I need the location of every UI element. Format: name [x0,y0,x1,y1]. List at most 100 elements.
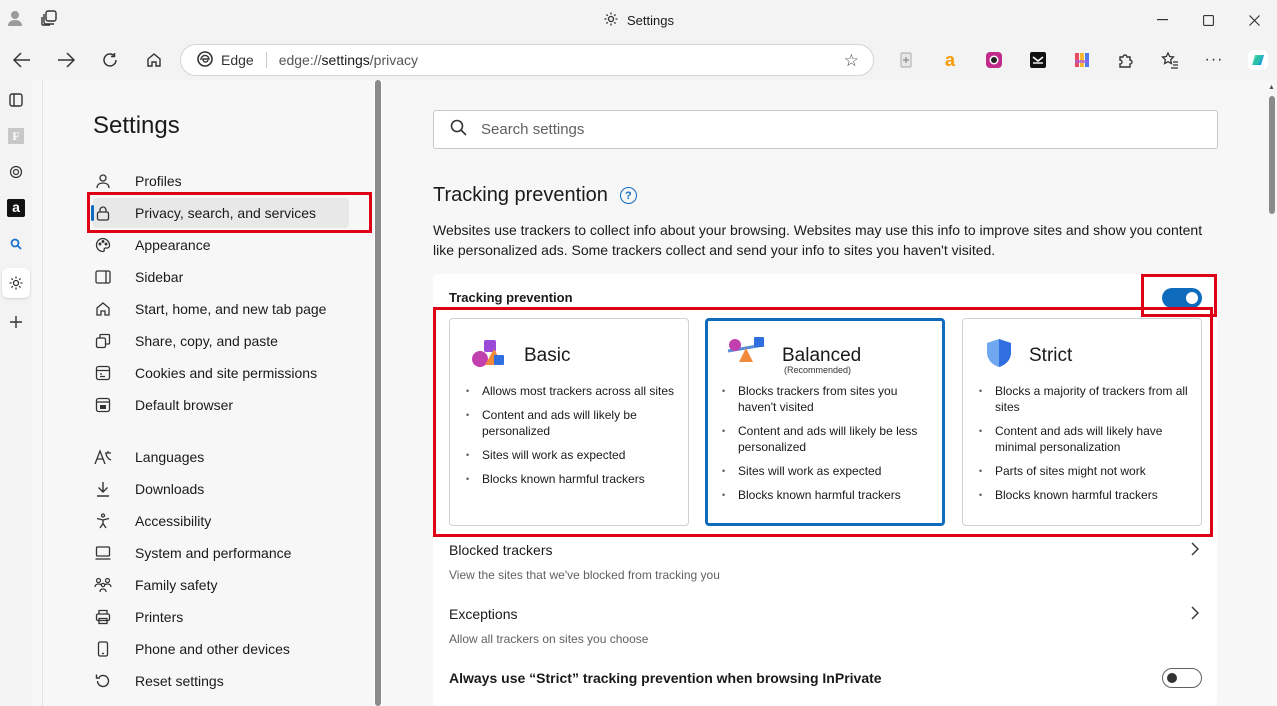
phone-icon [93,639,113,659]
nav-item-downloads[interactable]: Downloads [93,474,349,504]
nav-item-phone-devices[interactable]: Phone and other devices [93,634,349,664]
back-button[interactable] [0,42,44,78]
bullet: Content and ads will likely be personali… [466,407,680,439]
blocked-trackers-subtitle: View the sites that we've blocked from t… [449,568,720,582]
browser-label: Edge [221,52,254,68]
settings-nav-pane: Settings Profiles Privacy, search, and s… [42,80,374,706]
option-strict-name: Strict [1029,344,1073,366]
f-app-icon[interactable]: F [2,124,30,148]
download-icon [93,479,113,499]
languages-icon [93,447,113,467]
url-text: edge://settings/privacy [278,52,419,68]
favorite-star-icon[interactable]: ☆ [844,51,859,71]
nav-item-languages[interactable]: Languages [93,442,349,472]
blocked-trackers-title: Blocked trackers [449,542,553,558]
system-icon [93,543,113,563]
bullet: Content and ads will likely have minimal… [979,423,1193,455]
mail-extension-icon[interactable] [1016,42,1060,78]
home-icon [93,299,113,319]
nav-scrollbar[interactable] [374,80,382,706]
refresh-icon [103,53,117,67]
nav-item-accessibility[interactable]: Accessibility [93,506,349,536]
palette-extension-icon[interactable] [1060,42,1104,78]
appearance-icon [93,235,113,255]
tracking-card: Tracking prevention Basic Allows most tr… [433,274,1217,706]
copilot-icon[interactable] [1236,42,1277,78]
main-scrollbar-thumb[interactable] [1269,96,1275,214]
home-button[interactable] [132,42,176,78]
minimize-button[interactable] [1139,0,1185,40]
nav-item-sidebar[interactable]: Sidebar [93,262,349,292]
nav-scrollbar-thumb[interactable] [375,80,381,706]
option-strict[interactable]: Strict Blocks a majority of trackers fro… [962,318,1202,526]
nav-item-system[interactable]: System and performance [93,538,349,568]
search-sidebar-icon[interactable] [2,232,30,256]
address-bar[interactable]: Edge edge://settings/privacy ☆ [180,44,874,76]
nav-item-start-home[interactable]: Start, home, and new tab page [93,294,349,324]
tracking-prevention-toggle[interactable] [1162,288,1202,308]
bullet: Blocks a majority of trackers from all s… [979,383,1193,415]
favorites-icon[interactable] [1148,42,1192,78]
maximize-button[interactable] [1185,0,1231,40]
main-content: Search settings Tracking prevention ? We… [384,80,1277,706]
exceptions-subtitle: Allow all trackers on sites you choose [449,632,649,646]
bullet: Blocks known harmful trackers [722,487,936,503]
browser-icon [93,395,113,415]
basic-shapes-icon [470,337,510,374]
help-icon[interactable]: ? [619,187,637,204]
more-options-icon[interactable]: ··· [1192,42,1236,78]
bullet: Allows most trackers across all sites [466,383,680,399]
bullet: Parts of sites might not work [979,463,1193,479]
option-basic-name: Basic [524,344,571,366]
balanced-seesaw-icon [726,337,768,374]
color-picker-extension-icon[interactable] [972,42,1016,78]
cookies-icon [93,363,113,383]
option-basic[interactable]: Basic Allows most trackers across all si… [449,318,689,526]
nav-item-cookies[interactable]: Cookies and site permissions [93,358,349,388]
reset-icon [93,671,113,691]
profile-avatar-icon[interactable] [8,10,22,31]
sidebar-icon [93,267,113,287]
nav-item-printers[interactable]: Printers [93,602,349,632]
search-input[interactable]: Search settings [433,110,1218,149]
option-basic-bullets: Allows most trackers across all sites Co… [466,383,680,495]
tabs-icon[interactable] [2,88,30,112]
chevron-right-icon [1191,542,1199,561]
bullet: Blocks trackers from sites you haven't v… [722,383,936,415]
exceptions-row[interactable]: Exceptions Allow all trackers on sites y… [449,606,1201,646]
lock-icon [93,203,113,223]
refresh-button[interactable] [88,42,132,78]
gear-icon [603,11,619,30]
title-bar: Settings [0,0,1277,40]
main-scrollbar[interactable]: ▲ [1267,80,1277,706]
window-title: Settings [627,12,674,28]
close-button[interactable] [1231,0,1277,40]
nav-item-profiles[interactable]: Profiles [93,166,349,196]
section-title: Tracking prevention ? [433,184,637,207]
address-separator [265,52,267,68]
nav-item-share-copy[interactable]: Share, copy, and paste [93,326,349,356]
exceptions-title: Exceptions [449,606,518,622]
nav-item-family-safety[interactable]: Family safety [93,570,349,600]
option-balanced[interactable]: Balanced (Recommended) Blocks trackers f… [705,318,945,526]
inprivate-strict-title: Always use “Strict” tracking prevention … [449,670,882,686]
accessibility-icon [93,511,113,531]
inprivate-strict-toggle[interactable] [1162,668,1202,688]
nav-item-reset[interactable]: Reset settings [93,666,349,696]
nav-item-default-browser[interactable]: Default browser [93,390,349,420]
extensions-puzzle-icon[interactable] [1104,42,1148,78]
amazon-sidebar-icon[interactable]: a [2,196,30,220]
nav-item-appearance[interactable]: Appearance [93,230,349,260]
nav-item-privacy[interactable]: Privacy, search, and services [91,198,349,228]
forward-button[interactable] [44,42,88,78]
chatgpt-icon[interactable] [2,160,30,184]
add-sidebar-app-icon[interactable] [2,310,30,334]
share-icon [93,331,113,351]
scroll-up-icon[interactable]: ▲ [1268,84,1275,91]
amazon-extension-icon[interactable]: a [928,42,972,78]
settings-sidebar-icon[interactable] [2,268,30,298]
recommended-label: (Recommended) [784,365,852,375]
blocked-trackers-row[interactable]: Blocked trackers View the sites that we'… [449,542,1201,582]
collection-extension-icon[interactable] [884,42,928,78]
workspaces-icon[interactable] [40,9,58,32]
